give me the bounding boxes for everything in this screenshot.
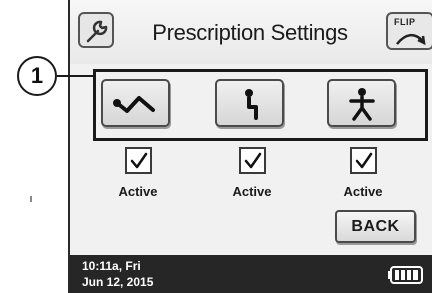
back-button[interactable]: BACK bbox=[335, 210, 416, 243]
active-label-3: Active bbox=[343, 184, 383, 199]
active-checkbox-1[interactable] bbox=[125, 147, 152, 174]
active-checkbox-2[interactable] bbox=[239, 147, 266, 174]
page-mark bbox=[30, 196, 32, 202]
mode-button-stairs[interactable] bbox=[215, 79, 284, 127]
step-icon bbox=[245, 89, 258, 120]
mode-button-standing[interactable] bbox=[327, 79, 396, 127]
checkmark-icon bbox=[244, 152, 262, 169]
person-icon bbox=[349, 88, 375, 121]
active-label-1: Active bbox=[118, 184, 158, 199]
checkmark-icon bbox=[355, 152, 373, 169]
mode-button-walk[interactable] bbox=[101, 79, 170, 127]
callout-number: 1 bbox=[17, 56, 57, 96]
active-checkbox-3[interactable] bbox=[350, 147, 377, 174]
screen-content: Active Active Active BACK bbox=[68, 0, 432, 293]
wave-icon bbox=[113, 96, 155, 113]
checkmark-icon bbox=[130, 152, 148, 169]
active-label-2: Active bbox=[232, 184, 272, 199]
callout-leader-line bbox=[57, 75, 95, 77]
